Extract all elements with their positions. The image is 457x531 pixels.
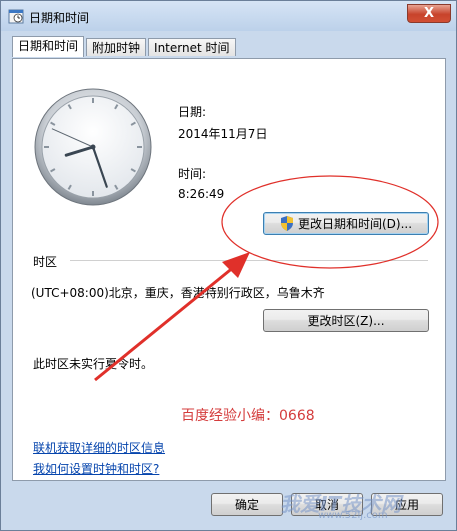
online-timezone-info-link[interactable]: 联机获取详细的时区信息 [33,439,165,456]
change-date-time-button[interactable]: 更改日期和时间(D)... [263,212,429,235]
dst-note: 此时区未实行夏令时。 [33,357,154,371]
tab-strip: 日期和时间 附加时钟 Internet 时间 [12,36,238,58]
tab-additional-clocks[interactable]: 附加时钟 [86,38,147,56]
window-title: 日期和时间 [29,11,90,25]
timezone-divider [70,260,428,261]
timezone-value: (UTC+08:00)北京，重庆，香港特别行政区，乌鲁木齐 [31,286,325,300]
ok-button[interactable]: 确定 [211,493,283,516]
change-date-time-label: 更改日期和时间(D)... [297,217,413,231]
close-icon: X [423,6,435,21]
clock-calendar-icon [8,9,24,24]
change-timezone-button[interactable]: 更改时区(Z)... [263,309,429,332]
timezone-section-label: 时区 [33,255,58,269]
analog-clock [34,88,152,206]
change-timezone-label: 更改时区(Z)... [307,314,385,328]
close-button[interactable]: X [407,4,451,23]
tab-panel: 日期: 2014年11月7日 时间: 8:26:49 更改日期和时间(D)...… [12,58,446,481]
uac-shield-icon [280,216,293,231]
how-to-set-clock-link[interactable]: 我如何设置时钟和时区? [33,460,159,477]
date-time-dialog: 日期和时间 X 日期和时间 附加时钟 Internet 时间 日期: 2014年… [0,0,457,531]
time-label: 时间: [178,167,207,181]
site-watermark-url: www.52ij.com [318,510,388,521]
tab-internet-time[interactable]: Internet 时间 [148,38,236,56]
ok-label: 确定 [234,498,259,512]
date-label: 日期: [178,105,207,119]
watermark-text: 百度经验小编：0668 [181,408,315,424]
tab-date-time[interactable]: 日期和时间 [12,36,85,57]
time-value: 8:26:49 [178,187,225,201]
date-value: 2014年11月7日 [178,127,268,141]
title-bar[interactable]: 日期和时间 X [1,1,456,31]
